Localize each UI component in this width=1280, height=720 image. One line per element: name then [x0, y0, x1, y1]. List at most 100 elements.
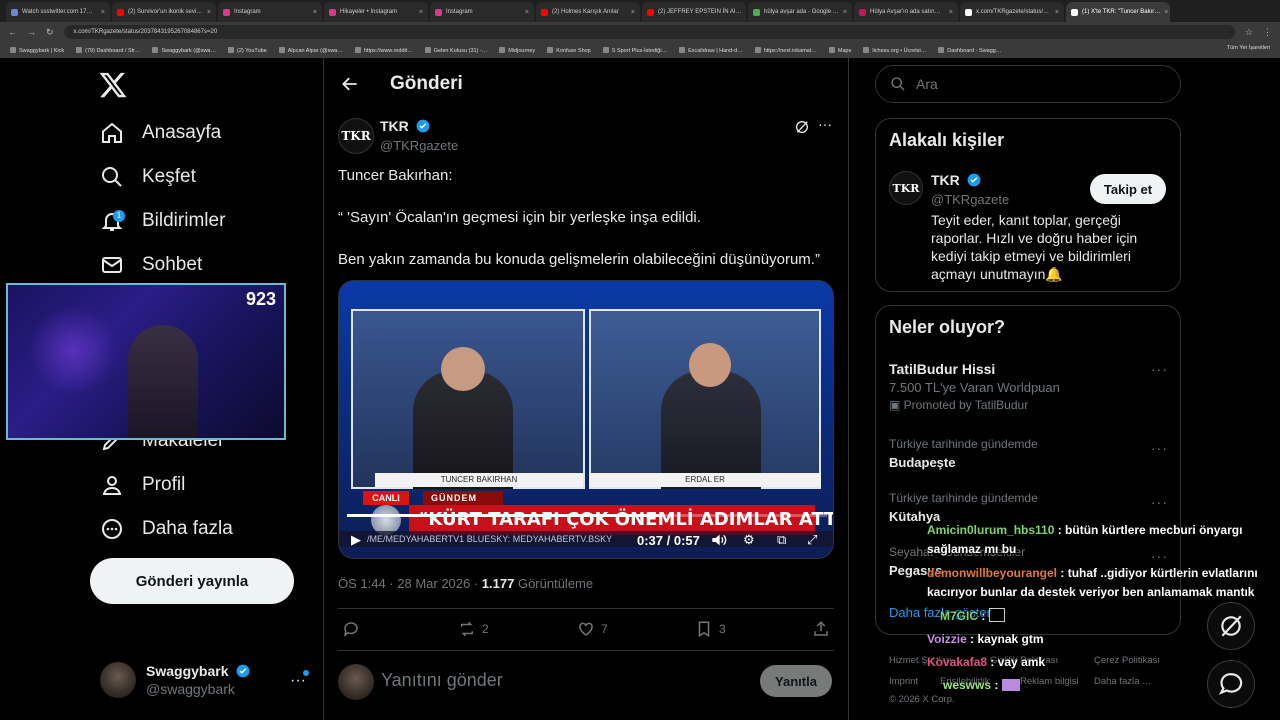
bookmark-item[interactable]: (79) Dashboard / Str… — [76, 47, 140, 54]
post-timestamp[interactable]: ÖS 1:44 · 28 Mar 2026 · — [338, 576, 482, 591]
post-more-icon[interactable]: ··· — [818, 116, 832, 132]
search-box[interactable]: Ara — [875, 65, 1181, 103]
footer-link[interactable]: Imprint — [889, 676, 918, 687]
trend-item[interactable]: Türkiye tarihinde gündemde Budapeşte — [889, 437, 1038, 470]
bookmark-item[interactable]: S Sport Plus-İstediği… — [603, 47, 667, 54]
post-text-line: “ 'Sayın' Öcalan'ın geçmesi için bir yer… — [338, 209, 701, 226]
reply-action[interactable] — [342, 620, 366, 638]
related-person-info[interactable]: TKR @TKRgazete — [931, 172, 1009, 207]
trend-item[interactable]: Türkiye tarihinde gündemde Kütahya — [889, 491, 1038, 524]
follow-button[interactable]: Takip et — [1090, 174, 1166, 204]
picture-in-picture-icon[interactable]: ⧉ — [777, 532, 786, 548]
bookmark-item[interactable]: Excalidraw | Hand-d… — [679, 47, 743, 54]
fullscreen-icon[interactable]: ⤢ — [807, 532, 817, 548]
bookmark-item[interactable]: Dashboard - Swagg… — [938, 47, 1001, 54]
tab-close-icon[interactable]: × — [207, 9, 211, 16]
browser-tab[interactable]: (2) Holmes Karışık Anılar × — [536, 2, 640, 22]
footer-link[interactable]: Çerez Politikası — [1094, 655, 1160, 666]
extensions-icon[interactable]: ⋮ — [1263, 27, 1272, 38]
bookmark-item[interactable]: https://next.inkamat… — [755, 47, 817, 54]
browser-tab[interactable]: x.com/TKRgazete/status/… × — [960, 2, 1064, 22]
nav-label-notifications: Bildirimler — [142, 210, 226, 231]
bookmark-item[interactable]: https://www.reddit… — [355, 47, 413, 54]
url-field[interactable]: x.com/TKRgazete/status/20378431952670848… — [63, 25, 1235, 39]
bookmark-item[interactable]: Maps — [829, 47, 851, 54]
chat-message: demonwillbeyourangel : tuhaf ..gidiyor k… — [927, 564, 1258, 583]
bookmark-item[interactable]: Konfuse Shop — [547, 47, 591, 54]
account-switcher[interactable]: Swaggybark @swaggybark — [146, 663, 250, 697]
browser-tab[interactable]: (2) JEFFREY EPSTEIN İN AI…× — [642, 2, 746, 22]
footer-link[interactable]: Daha fazla … — [1094, 676, 1152, 687]
x-logo-icon[interactable] — [98, 70, 128, 100]
browser-tab[interactable]: (1) X'te TKR: "Tuncer Bakır… × — [1066, 2, 1170, 22]
user-avatar[interactable] — [100, 662, 136, 698]
tab-close-icon[interactable]: × — [1164, 9, 1168, 16]
trend-more-icon[interactable]: ··· — [1151, 548, 1168, 564]
reply-input[interactable]: Yanıtını gönder — [381, 670, 503, 691]
tab-title: x.com/TKRgazete/status/… — [976, 9, 1050, 15]
browser-tab[interactable]: Watch ssstwitter.com 17… × — [6, 2, 110, 22]
emote-image — [1001, 679, 1020, 691]
like-count: 7 — [601, 622, 608, 636]
volume-icon[interactable] — [711, 533, 727, 547]
browser-tab[interactable]: Instagram × — [430, 2, 534, 22]
star-icon[interactable]: ☆ — [1245, 27, 1253, 38]
grok-fab[interactable] — [1207, 602, 1255, 650]
trend-more-icon[interactable]: ··· — [1151, 361, 1168, 377]
video-player[interactable]: TUNCER BAKIRHAN ERDAL ER CANLI GÜNDEM "K… — [338, 280, 834, 559]
bookmark-item[interactable]: (2) YouTube — [228, 47, 267, 54]
bookmark-action[interactable]: 3 — [695, 620, 726, 638]
nav-item-profile[interactable]: Profil — [100, 470, 185, 500]
nav-item-messages[interactable]: Sohbet — [100, 250, 202, 280]
nav-item-home[interactable]: Anasayfa — [100, 118, 221, 148]
post-button[interactable]: Gönderi yayınla — [90, 558, 294, 604]
forward-nav-icon[interactable]: → — [27, 27, 36, 37]
author-avatar[interactable]: TKR — [338, 118, 374, 154]
chat-text: : bütün kürtlere mecburi önyargı — [1054, 523, 1243, 537]
tab-close-icon[interactable]: × — [101, 9, 105, 16]
repost-action[interactable]: 2 — [458, 620, 489, 638]
author-info[interactable]: TKR @TKRgazete — [380, 118, 458, 153]
bookmark-item[interactable]: lichess.org • Ücretsi… — [863, 47, 926, 54]
address-bar: ← → ↻ x.com/TKRgazete/status/20378431952… — [0, 22, 1280, 42]
bookmark-item[interactable]: Swaggybark (@swa… — [152, 47, 216, 54]
trend-more-icon[interactable]: ··· — [1151, 440, 1168, 456]
reply-button[interactable]: Yanıtla — [760, 665, 832, 697]
chat-username: Amicin0lurum_hbs110 — [927, 523, 1055, 537]
tab-close-icon[interactable]: × — [525, 9, 529, 16]
reload-icon[interactable]: ↻ — [46, 27, 54, 38]
browser-tab[interactable]: hülya avşar ada - Google … × — [748, 2, 852, 22]
like-action[interactable]: 7 — [577, 620, 608, 638]
nav-item-more[interactable]: Daha fazla — [100, 514, 233, 544]
messages-fab[interactable] — [1207, 660, 1255, 708]
nav-item-explore[interactable]: Keşfet — [100, 162, 196, 192]
tab-close-icon[interactable]: × — [631, 9, 635, 16]
grok-icon[interactable] — [794, 119, 810, 135]
settings-gear-icon[interactable]: ⚙ — [743, 532, 755, 548]
video-progress-bar[interactable] — [347, 514, 827, 517]
browser-tab[interactable]: Hülya Avşar'ın ada satın… × — [854, 2, 958, 22]
bookmark-item[interactable]: Alpcan Alpar (@swa… — [279, 47, 343, 54]
trend-more-icon[interactable]: ··· — [1151, 494, 1168, 510]
tab-close-icon[interactable]: × — [419, 9, 423, 16]
browser-tab[interactable]: (2) Survivor'un ikonik sevi… × — [112, 2, 216, 22]
all-bookmarks-link[interactable]: Tüm Yer İşaretleri — [1227, 45, 1270, 51]
share-icon[interactable] — [812, 620, 830, 638]
back-arrow-icon[interactable] — [340, 74, 360, 94]
tab-close-icon[interactable]: × — [843, 9, 847, 16]
bookmark-item[interactable]: Swaggybark | Kick — [10, 47, 64, 54]
tab-close-icon[interactable]: × — [949, 9, 953, 16]
back-nav-icon[interactable]: ← — [8, 27, 17, 37]
browser-tab[interactable]: Hikayeler • Instagram × — [324, 2, 428, 22]
play-icon[interactable]: ▶ — [351, 532, 361, 548]
tab-close-icon[interactable]: × — [1055, 9, 1059, 16]
bookmark-item[interactable]: Gelen Kutusu (31) -… — [425, 47, 488, 54]
tab-close-icon[interactable]: × — [313, 9, 317, 16]
footer-link[interactable]: Reklam bilgisi — [1020, 676, 1079, 687]
related-avatar[interactable]: TKR — [889, 171, 923, 205]
bookmark-item[interactable]: Midjourney — [499, 47, 535, 54]
browser-tab[interactable]: Instagram × — [218, 2, 322, 22]
trend-item-promoted[interactable]: TatilBudur Hissi 7.500 TL'ye Varan World… — [889, 361, 1169, 412]
nav-item-notifications[interactable]: 1 Bildirimler — [100, 206, 225, 236]
trend-extra: 7.500 TL'ye Varan Worldpuan — [889, 380, 1060, 395]
